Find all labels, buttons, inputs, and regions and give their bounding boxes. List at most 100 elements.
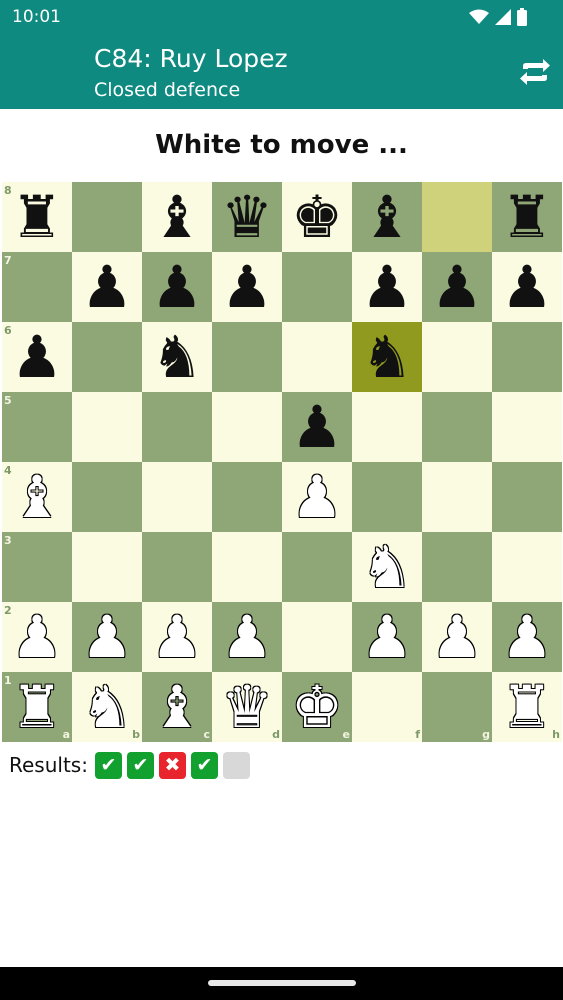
square-b6[interactable] <box>72 322 142 392</box>
white-pawn-e4[interactable]: ♟ <box>282 462 352 532</box>
square-h1[interactable]: h ♜ <box>492 672 562 742</box>
square-d4[interactable] <box>212 462 282 532</box>
square-f4[interactable] <box>352 462 422 532</box>
square-b3[interactable] <box>72 532 142 602</box>
black-pawn-f7[interactable]: ♟ <box>352 252 422 322</box>
white-pawn-g2[interactable]: ♟ <box>422 602 492 672</box>
square-g3[interactable] <box>422 532 492 602</box>
square-f2[interactable]: ♟ <box>352 602 422 672</box>
square-e6[interactable] <box>282 322 352 392</box>
square-c3[interactable] <box>142 532 212 602</box>
square-a1[interactable]: 1 a ♜ <box>2 672 72 742</box>
chess-board[interactable]: 8 ♜ ♝ ♛ ♚ ♝ ♜ 7 ♟ ♟ ♟ ♟ ♟ ♟ 6 ♟ ♞ ♞ 5 ♟ 4 ♝ ♟ 3 ♞ 2 ♟ ♟ ♟ ♟ ♟ ♟ ♟ 1 a ♜ b ♞ c ♝… <box>2 182 562 742</box>
white-pawn-h2[interactable]: ♟ <box>492 602 562 672</box>
black-bishop-c8[interactable]: ♝ <box>142 182 212 252</box>
square-d3[interactable] <box>212 532 282 602</box>
black-pawn-e5[interactable]: ♟ <box>282 392 352 462</box>
black-king-e8[interactable]: ♚ <box>282 182 352 252</box>
square-d6[interactable] <box>212 322 282 392</box>
white-knight-f3[interactable]: ♞ <box>352 532 422 602</box>
square-e3[interactable] <box>282 532 352 602</box>
home-gesture-handle[interactable] <box>208 980 356 986</box>
square-f7[interactable]: ♟ <box>352 252 422 322</box>
flip-board-icon[interactable] <box>517 56 553 88</box>
black-pawn-a6[interactable]: ♟ <box>2 322 72 392</box>
white-queen-d1[interactable]: ♛ <box>212 672 282 742</box>
white-knight-b1[interactable]: ♞ <box>72 672 142 742</box>
square-d1[interactable]: d ♛ <box>212 672 282 742</box>
square-g1[interactable]: g <box>422 672 492 742</box>
square-f8[interactable]: ♝ <box>352 182 422 252</box>
square-g6[interactable] <box>422 322 492 392</box>
square-b2[interactable]: ♟ <box>72 602 142 672</box>
results-label: Results: <box>9 753 88 777</box>
black-pawn-h7[interactable]: ♟ <box>492 252 562 322</box>
square-h8[interactable]: ♜ <box>492 182 562 252</box>
square-c1[interactable]: c ♝ <box>142 672 212 742</box>
white-pawn-d2[interactable]: ♟ <box>212 602 282 672</box>
square-d2[interactable]: ♟ <box>212 602 282 672</box>
square-h7[interactable]: ♟ <box>492 252 562 322</box>
white-rook-a1[interactable]: ♜ <box>2 672 72 742</box>
square-h5[interactable] <box>492 392 562 462</box>
square-a8[interactable]: 8 ♜ <box>2 182 72 252</box>
black-rook-h8[interactable]: ♜ <box>492 182 562 252</box>
square-b1[interactable]: b ♞ <box>72 672 142 742</box>
square-c6[interactable]: ♞ <box>142 322 212 392</box>
square-c7[interactable]: ♟ <box>142 252 212 322</box>
square-e4[interactable]: ♟ <box>282 462 352 532</box>
square-d8[interactable]: ♛ <box>212 182 282 252</box>
square-f1[interactable]: f <box>352 672 422 742</box>
white-king-e1[interactable]: ♚ <box>282 672 352 742</box>
square-a5[interactable]: 5 <box>2 392 72 462</box>
square-e2[interactable] <box>282 602 352 672</box>
square-f6[interactable]: ♞ <box>352 322 422 392</box>
white-pawn-b2[interactable]: ♟ <box>72 602 142 672</box>
black-pawn-b7[interactable]: ♟ <box>72 252 142 322</box>
square-g5[interactable] <box>422 392 492 462</box>
white-rook-h1[interactable]: ♜ <box>492 672 562 742</box>
black-knight-c6[interactable]: ♞ <box>142 322 212 392</box>
square-f3[interactable]: ♞ <box>352 532 422 602</box>
white-pawn-a2[interactable]: ♟ <box>2 602 72 672</box>
square-g8[interactable] <box>422 182 492 252</box>
white-pawn-c2[interactable]: ♟ <box>142 602 212 672</box>
square-a2[interactable]: 2 ♟ <box>2 602 72 672</box>
square-c2[interactable]: ♟ <box>142 602 212 672</box>
black-knight-f6[interactable]: ♞ <box>352 322 422 392</box>
square-g7[interactable]: ♟ <box>422 252 492 322</box>
white-bishop-c1[interactable]: ♝ <box>142 672 212 742</box>
black-pawn-g7[interactable]: ♟ <box>422 252 492 322</box>
square-b8[interactable] <box>72 182 142 252</box>
black-bishop-f8[interactable]: ♝ <box>352 182 422 252</box>
square-g4[interactable] <box>422 462 492 532</box>
square-c4[interactable] <box>142 462 212 532</box>
square-h2[interactable]: ♟ <box>492 602 562 672</box>
white-pawn-f2[interactable]: ♟ <box>352 602 422 672</box>
black-pawn-d7[interactable]: ♟ <box>212 252 282 322</box>
square-b5[interactable] <box>72 392 142 462</box>
black-rook-a8[interactable]: ♜ <box>2 182 72 252</box>
square-e7[interactable] <box>282 252 352 322</box>
square-d5[interactable] <box>212 392 282 462</box>
square-a7[interactable]: 7 <box>2 252 72 322</box>
square-g2[interactable]: ♟ <box>422 602 492 672</box>
square-d7[interactable]: ♟ <box>212 252 282 322</box>
square-a4[interactable]: 4 ♝ <box>2 462 72 532</box>
square-c8[interactable]: ♝ <box>142 182 212 252</box>
black-pawn-c7[interactable]: ♟ <box>142 252 212 322</box>
square-e5[interactable]: ♟ <box>282 392 352 462</box>
square-a3[interactable]: 3 <box>2 532 72 602</box>
square-h4[interactable] <box>492 462 562 532</box>
square-b4[interactable] <box>72 462 142 532</box>
black-queen-d8[interactable]: ♛ <box>212 182 282 252</box>
square-e8[interactable]: ♚ <box>282 182 352 252</box>
square-e1[interactable]: e ♚ <box>282 672 352 742</box>
square-b7[interactable]: ♟ <box>72 252 142 322</box>
square-f5[interactable] <box>352 392 422 462</box>
square-c5[interactable] <box>142 392 212 462</box>
square-a6[interactable]: 6 ♟ <box>2 322 72 392</box>
square-h6[interactable] <box>492 322 562 392</box>
square-h3[interactable] <box>492 532 562 602</box>
white-bishop-a4[interactable]: ♝ <box>2 462 72 532</box>
